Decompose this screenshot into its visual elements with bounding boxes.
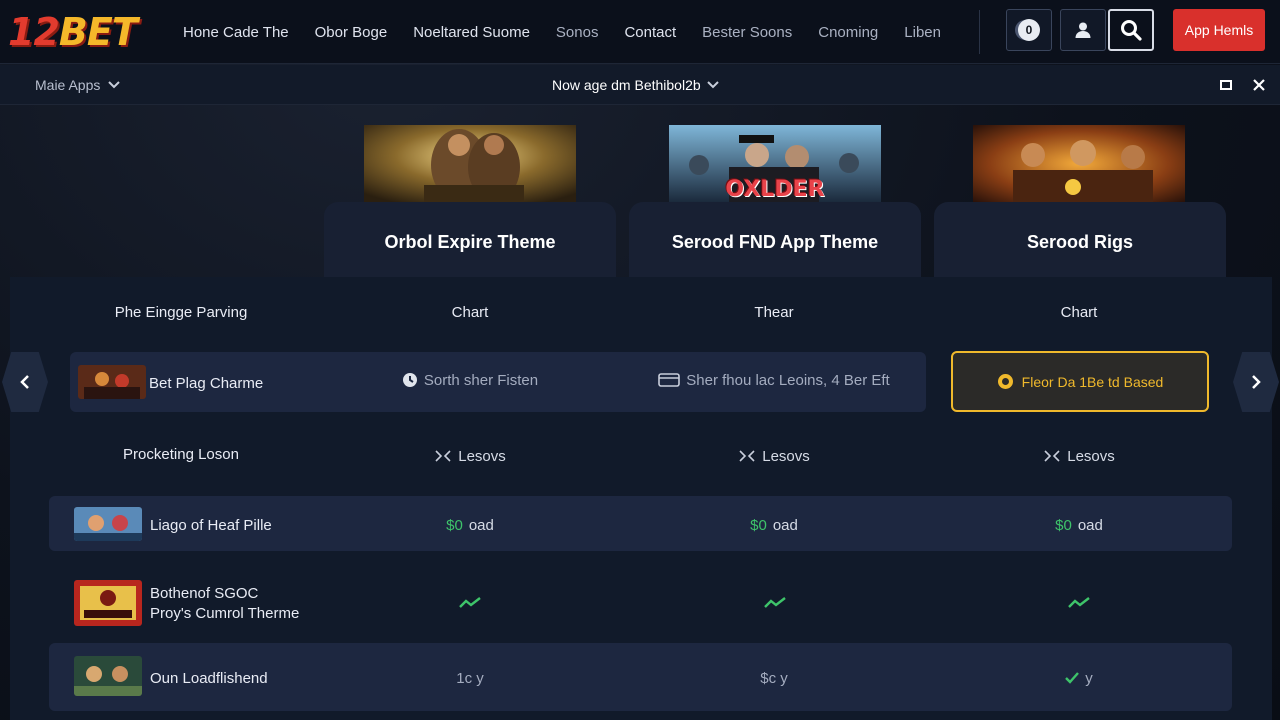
row-cell-1: Sorth sher Fisten	[325, 370, 615, 390]
nav-divider	[979, 10, 980, 54]
app-button[interactable]: App Hemls	[1173, 9, 1265, 51]
chevron-right-icon	[1252, 375, 1261, 389]
row-cell-1: $0 oad	[446, 516, 494, 534]
swap-icon	[1044, 450, 1060, 462]
row-thumbnail	[78, 365, 146, 399]
chip-icon	[997, 374, 1013, 389]
theme-thumbnail-3[interactable]	[973, 125, 1185, 202]
theme-thumbnail-2[interactable]: OXLDER	[669, 125, 881, 202]
nav-link-contact[interactable]: Contact	[624, 24, 676, 41]
nav-link-6[interactable]: Bester Soons	[702, 24, 792, 41]
row-label-line-2: Proy's Cumrol Therme	[150, 604, 300, 622]
theme-thumbnail-1[interactable]	[364, 125, 576, 202]
pirates-artwork	[973, 125, 1185, 202]
row-cell-2: Sher fhou lac Leoins, 4 Ber Eft	[629, 370, 919, 390]
row-thumbnail	[74, 507, 142, 541]
maximize-icon[interactable]	[1220, 79, 1232, 91]
clock-icon	[402, 373, 417, 387]
nav-link-7[interactable]: Cnoming	[818, 24, 878, 41]
row-cell-1: Lesovs	[325, 446, 615, 466]
row-label-line-1: Bothenof SGOC	[150, 584, 259, 602]
row-label: Oun Loadflishend	[150, 669, 268, 687]
page-selector-label: Now age dm Bethibol2b	[552, 77, 701, 93]
apps-dropdown-label: Maie Apps	[35, 77, 101, 93]
check-icon	[459, 597, 481, 608]
row-cell-1: 1c y	[456, 669, 484, 687]
fighters-artwork	[364, 125, 576, 202]
brand-logo[interactable]: 12BET	[8, 10, 138, 54]
row-label: Procketing Loson	[123, 446, 239, 463]
user-icon	[1075, 22, 1091, 38]
card-icon	[658, 373, 681, 387]
row-cell-3: $0 oad	[1055, 516, 1103, 534]
chevron-left-icon	[20, 375, 29, 389]
apps-dropdown[interactable]: Maie Apps	[35, 65, 121, 105]
theme-card-3[interactable]: Serood Rigs	[934, 202, 1226, 282]
search-icon	[1121, 20, 1142, 41]
chevron-down-icon	[706, 81, 719, 89]
theme-title: Serood Rigs	[1026, 231, 1133, 252]
theme-card-1[interactable]: Orbol Expire Theme	[324, 202, 616, 282]
check-icon	[764, 597, 786, 608]
nav-link-1[interactable]: Hone Cade The	[183, 24, 289, 41]
table-header-label: Phe Eingge Parving	[114, 304, 248, 321]
row-label: Bet Plag Charme	[149, 374, 264, 392]
nav-link-8[interactable]: Liben	[904, 24, 941, 41]
featured-option-label: Fleor Da 1Be td Based	[1021, 373, 1164, 390]
nav-link-3[interactable]: Noeltared Suome	[413, 24, 530, 41]
window-controls	[1220, 65, 1266, 105]
row-label: Liago of Heaf Pille	[150, 516, 272, 534]
thumbnail-caption: OXLDER	[725, 177, 825, 202]
nav-link-4[interactable]: Sonos	[556, 24, 599, 41]
row-cell-2: $0 oad	[750, 516, 798, 534]
row-cell-2: Lesovs	[629, 446, 919, 466]
main-nav: Hone Cade The Obor Boge Noeltared Suome …	[170, 0, 954, 64]
search-button[interactable]	[1108, 9, 1154, 51]
theme-title: Orbol Expire Theme	[384, 231, 556, 252]
page-selector[interactable]: Now age dm Bethibol2b	[552, 65, 719, 105]
table-header-col-2: Thear	[754, 304, 794, 321]
close-icon[interactable]	[1252, 78, 1266, 92]
row-cell-3: y	[934, 668, 1224, 688]
swap-icon	[435, 450, 451, 462]
theme-title: Serood FND App Theme	[671, 231, 879, 252]
nav-link-2[interactable]: Obor Boge	[315, 24, 388, 41]
sub-bar: Maie Apps Now age dm Bethibol2b	[0, 65, 1280, 105]
theme-card-2[interactable]: Serood FND App Theme	[629, 202, 921, 282]
featured-option-button[interactable]: Fleor Da 1Be td Based	[951, 351, 1209, 412]
row-thumbnail	[74, 580, 142, 626]
swap-icon	[739, 450, 755, 462]
row-thumbnail	[74, 656, 142, 696]
coin-icon: 0	[1018, 19, 1040, 41]
table-header-col-3: Chart	[1060, 304, 1098, 321]
account-button[interactable]	[1060, 9, 1106, 51]
row-cell-3: Lesovs	[934, 446, 1224, 466]
chevron-down-icon	[108, 81, 121, 89]
table-header-col-1: Chart	[451, 304, 489, 321]
check-icon	[1068, 597, 1090, 608]
carousel-next-button[interactable]	[1233, 352, 1279, 412]
wallet-button[interactable]: 0	[1006, 9, 1052, 51]
check-icon	[1065, 672, 1080, 684]
top-navbar: 12BET Hone Cade The Obor Boge Noeltared …	[0, 0, 1280, 64]
row-cell-2: $c y	[760, 669, 788, 687]
carousel-prev-button[interactable]	[2, 352, 48, 412]
